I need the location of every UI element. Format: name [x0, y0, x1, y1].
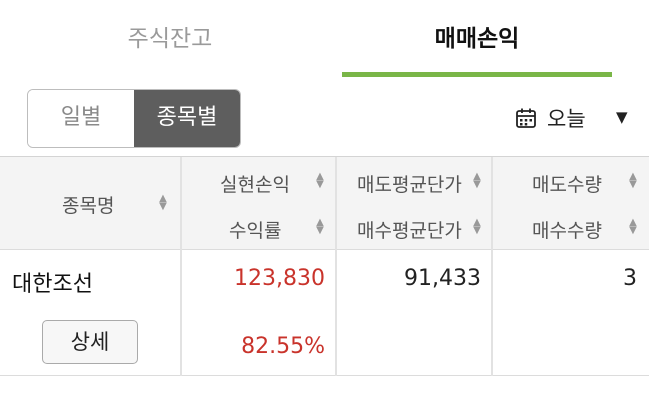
- header-stock-name[interactable]: 종목명: [62, 191, 114, 218]
- column-divider: [180, 250, 182, 376]
- header-buy-quantity[interactable]: 매수수량: [532, 216, 602, 243]
- sell-quantity-value: 3: [623, 266, 637, 291]
- date-filter-dropdown[interactable]: 오늘: [515, 101, 586, 135]
- sort-icon[interactable]: ▲ ▼: [472, 218, 482, 236]
- sort-icon[interactable]: ▲ ▼: [315, 218, 325, 236]
- realized-profit-value: 123,830: [234, 266, 325, 291]
- trade-profit-table: 종목명 ▲ ▼ 실현손익 ▲ ▼ 수익률 ▲ ▼ 매도평균단가 ▲ ▼ 매수평균단가 ▲…: [0, 156, 649, 376]
- table-row[interactable]: 대한조선 상세 123,830 82.55% 91,433 3: [0, 250, 649, 376]
- header-buy-average-price[interactable]: 매수평균단가: [357, 216, 462, 243]
- sort-icon[interactable]: ▲ ▼: [628, 218, 638, 236]
- table-header: 종목명 ▲ ▼ 실현손익 ▲ ▼ 수익률 ▲ ▼ 매도평균단가 ▲ ▼ 매수평균단가 ▲…: [0, 156, 649, 251]
- header-return-rate[interactable]: 수익률: [229, 216, 281, 243]
- column-divider: [335, 250, 337, 376]
- column-divider: [335, 157, 337, 251]
- sort-icon[interactable]: ▲ ▼: [472, 172, 482, 190]
- sort-icon[interactable]: ▲ ▼: [628, 172, 638, 190]
- header-sell-average-price[interactable]: 매도평균단가: [357, 170, 462, 197]
- detail-button[interactable]: 상세: [42, 320, 138, 364]
- top-tab-bar: 주식잔고 매매손익: [0, 0, 649, 78]
- column-divider: [180, 157, 182, 251]
- by-stock-view-button[interactable]: 종목별: [134, 90, 240, 147]
- active-tab-indicator: [342, 72, 612, 77]
- return-rate-value: 82.55%: [241, 334, 325, 359]
- column-divider: [491, 157, 493, 251]
- sort-icon[interactable]: ▲ ▼: [315, 172, 325, 190]
- date-filter-label: 오늘: [547, 107, 586, 131]
- calendar-icon: [515, 107, 537, 129]
- sell-average-price-value: 91,433: [404, 266, 481, 291]
- tab-trade-profit[interactable]: 매매손익: [342, 0, 612, 78]
- tab-stock-balance[interactable]: 주식잔고: [60, 0, 280, 78]
- sort-icon[interactable]: ▲ ▼: [158, 194, 168, 212]
- header-realized-profit[interactable]: 실현손익: [220, 170, 290, 197]
- header-sell-quantity[interactable]: 매도수량: [532, 170, 602, 197]
- stock-name: 대한조선: [12, 272, 93, 297]
- dropdown-caret-icon[interactable]: ▼: [616, 108, 628, 126]
- daily-view-button[interactable]: 일별: [28, 90, 134, 147]
- column-divider: [491, 250, 493, 376]
- view-mode-segmented-control: 일별 종목별: [27, 89, 241, 148]
